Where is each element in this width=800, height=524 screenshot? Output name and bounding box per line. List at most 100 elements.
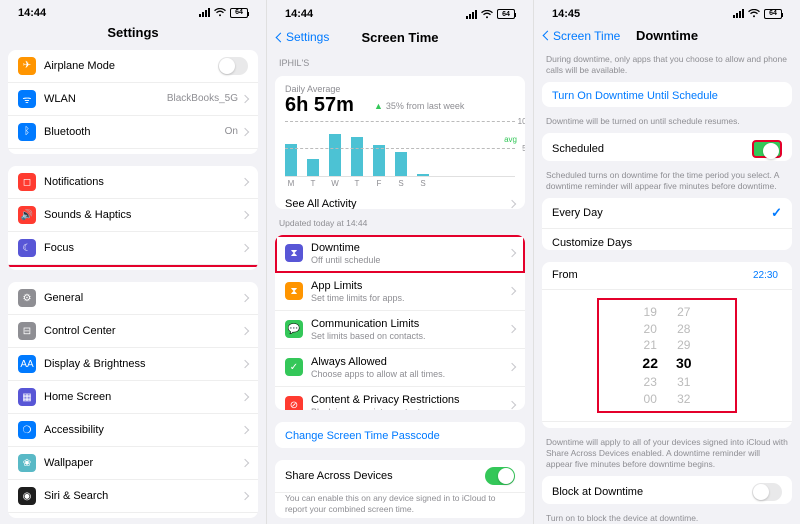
time-picker[interactable]: 192021222300 272829303132 xyxy=(597,298,737,414)
back-button[interactable]: Settings xyxy=(277,30,329,44)
updated-note: Updated today at 14:44 xyxy=(279,218,521,229)
toggle-scheduled[interactable] xyxy=(752,140,782,158)
toggle-block[interactable] xyxy=(752,483,782,501)
row-applimits[interactable]: ⧗App LimitsSet time limits for apps. xyxy=(275,273,525,311)
back-button[interactable]: Screen Time xyxy=(544,29,620,43)
daily-avg-value: 6h 57m xyxy=(285,94,354,117)
chevron-right-icon xyxy=(241,244,249,252)
page-title: Downtime xyxy=(636,28,698,43)
row-display[interactable]: AA Display & Brightness xyxy=(8,348,258,381)
chart-bar xyxy=(329,134,341,176)
status-bar: 14:45 64 xyxy=(542,4,792,23)
row-wallpaper[interactable]: ❀Wallpaper xyxy=(8,447,258,480)
row-comm[interactable]: 💬Communication LimitsSet limits based on… xyxy=(275,311,525,349)
row-airplane[interactable]: ✈Airplane Mode xyxy=(8,50,258,83)
see-all-activity[interactable]: See All Activity xyxy=(275,190,525,208)
phone-downtime: 14:45 64 Screen Time Downtime During dow… xyxy=(534,0,800,524)
row-label: Communication LimitsSet limits based on … xyxy=(311,318,509,341)
status-bar: 14:44 64 xyxy=(8,4,258,22)
display-icon: AA xyxy=(18,355,36,373)
customize-days-row[interactable]: Customize Days xyxy=(542,229,792,250)
row-label: WLAN xyxy=(44,93,167,105)
nav-bar: Settings Screen Time xyxy=(275,24,525,50)
row-notifications[interactable]: ◻Notifications xyxy=(8,166,258,199)
wifi-icon: ᯤ xyxy=(18,90,36,108)
row-label: Display & Brightness xyxy=(44,358,242,370)
scheduled-note: Scheduled turns on downtime for the time… xyxy=(546,170,788,192)
row-bluetooth[interactable]: ᛒBluetoothOn xyxy=(8,116,258,149)
downtime-icon: ⧗ xyxy=(285,244,303,262)
every-day-row[interactable]: Every Day ✓ xyxy=(542,198,792,229)
picker-minutes[interactable]: 272829303132 xyxy=(676,304,692,408)
share-across-devices[interactable]: Share Across Devices xyxy=(275,460,525,493)
siri-icon: ◉ xyxy=(18,487,36,505)
status-bar: 14:44 64 xyxy=(275,4,525,24)
signal-icon xyxy=(733,9,744,18)
signal-icon xyxy=(466,10,477,19)
usage-summary: Daily Average 6h 57m ▲35% from last week… xyxy=(275,76,525,208)
status-time: 14:44 xyxy=(18,7,46,19)
battery-icon: 64 xyxy=(497,9,515,19)
toggle-share[interactable] xyxy=(485,467,515,485)
row-sounds[interactable]: 🔊Sounds & Haptics xyxy=(8,199,258,232)
chevron-left-icon xyxy=(276,33,286,43)
daily-average-chart: Daily Average 6h 57m ▲35% from last week… xyxy=(275,76,525,190)
row-label: Sounds & Haptics xyxy=(44,209,242,221)
toggle[interactable] xyxy=(218,57,248,75)
row-siri[interactable]: ◉Siri & Search xyxy=(8,480,258,513)
notifications-icon: ◻ xyxy=(18,173,36,191)
change-passcode[interactable]: Change Screen Time Passcode xyxy=(275,422,525,448)
chevron-right-icon xyxy=(241,459,249,467)
chevron-right-icon xyxy=(241,426,249,434)
phone-screentime: 14:44 64 Settings Screen Time IPHIL'S Da… xyxy=(267,0,534,524)
row-accessibility[interactable]: ❍Accessibility xyxy=(8,414,258,447)
chevron-right-icon xyxy=(508,200,516,208)
row-faceid[interactable]: ☺Face ID & Passcode xyxy=(8,513,258,518)
turn-on-until-schedule[interactable]: Turn On Downtime Until Schedule xyxy=(542,82,792,107)
chart-bar xyxy=(373,145,385,176)
allowed-icon: ✓ xyxy=(285,358,303,376)
row-cellular[interactable]: ((·))CellularOff xyxy=(8,149,258,154)
status-time: 14:44 xyxy=(285,8,313,20)
scheduled-row[interactable]: Scheduled xyxy=(542,133,792,161)
accessibility-icon: ❍ xyxy=(18,421,36,439)
row-wifi[interactable]: ᯤWLANBlackBooks_5G xyxy=(8,83,258,116)
row-label: Bluetooth xyxy=(44,126,225,138)
arrow-up-icon: ▲ xyxy=(374,101,383,111)
row-home[interactable]: ▦Home Screen xyxy=(8,381,258,414)
chevron-right-icon xyxy=(241,492,249,500)
row-downtime[interactable]: ⧗DowntimeOff until schedule xyxy=(275,235,525,273)
chevron-right-icon xyxy=(241,294,249,302)
row-allowed[interactable]: ✓Always AllowedChoose apps to allow at a… xyxy=(275,349,525,387)
chevron-right-icon xyxy=(241,178,249,186)
row-control[interactable]: ⊟Control Center xyxy=(8,315,258,348)
wifi-icon xyxy=(214,8,226,17)
settings-group-general: ⚙General⊟Control Center AA Display & Brigh… xyxy=(8,282,258,518)
trend-label: ▲35% from last week xyxy=(374,101,464,111)
row-general[interactable]: ⚙General xyxy=(8,282,258,315)
from-value: 22:30 xyxy=(753,270,778,281)
share-note: You can enable this on any device signed… xyxy=(285,493,515,515)
chevron-right-icon xyxy=(241,360,249,368)
row-screentime[interactable]: ⧗Screen Time xyxy=(8,265,258,270)
signal-icon xyxy=(199,8,210,17)
limits-group: ⧗DowntimeOff until schedule⧗App LimitsSe… xyxy=(275,235,525,411)
page-title: Settings xyxy=(107,25,158,40)
row-focus[interactable]: ☾Focus xyxy=(8,232,258,265)
intro-note: During downtime, only apps that you choo… xyxy=(546,54,788,76)
row-restrict[interactable]: ⊘Content & Privacy RestrictionsBlock ina… xyxy=(275,387,525,411)
row-label: Focus xyxy=(44,242,242,254)
to-row[interactable]: To 07:00 xyxy=(542,422,792,427)
weekday-axis: MTWTFSS xyxy=(285,179,515,188)
picker-hours[interactable]: 192021222300 xyxy=(642,304,658,408)
block-at-downtime[interactable]: Block at Downtime xyxy=(542,476,792,504)
chart-bar xyxy=(307,159,319,177)
checkmark-icon: ✓ xyxy=(771,205,782,221)
chevron-right-icon xyxy=(508,401,516,409)
chevron-right-icon xyxy=(508,325,516,333)
from-row[interactable]: From 22:30 xyxy=(542,262,792,290)
chevron-right-icon xyxy=(508,287,516,295)
bluetooth-icon: ᛒ xyxy=(18,123,36,141)
chart-bar xyxy=(351,137,363,176)
chevron-right-icon xyxy=(241,211,249,219)
